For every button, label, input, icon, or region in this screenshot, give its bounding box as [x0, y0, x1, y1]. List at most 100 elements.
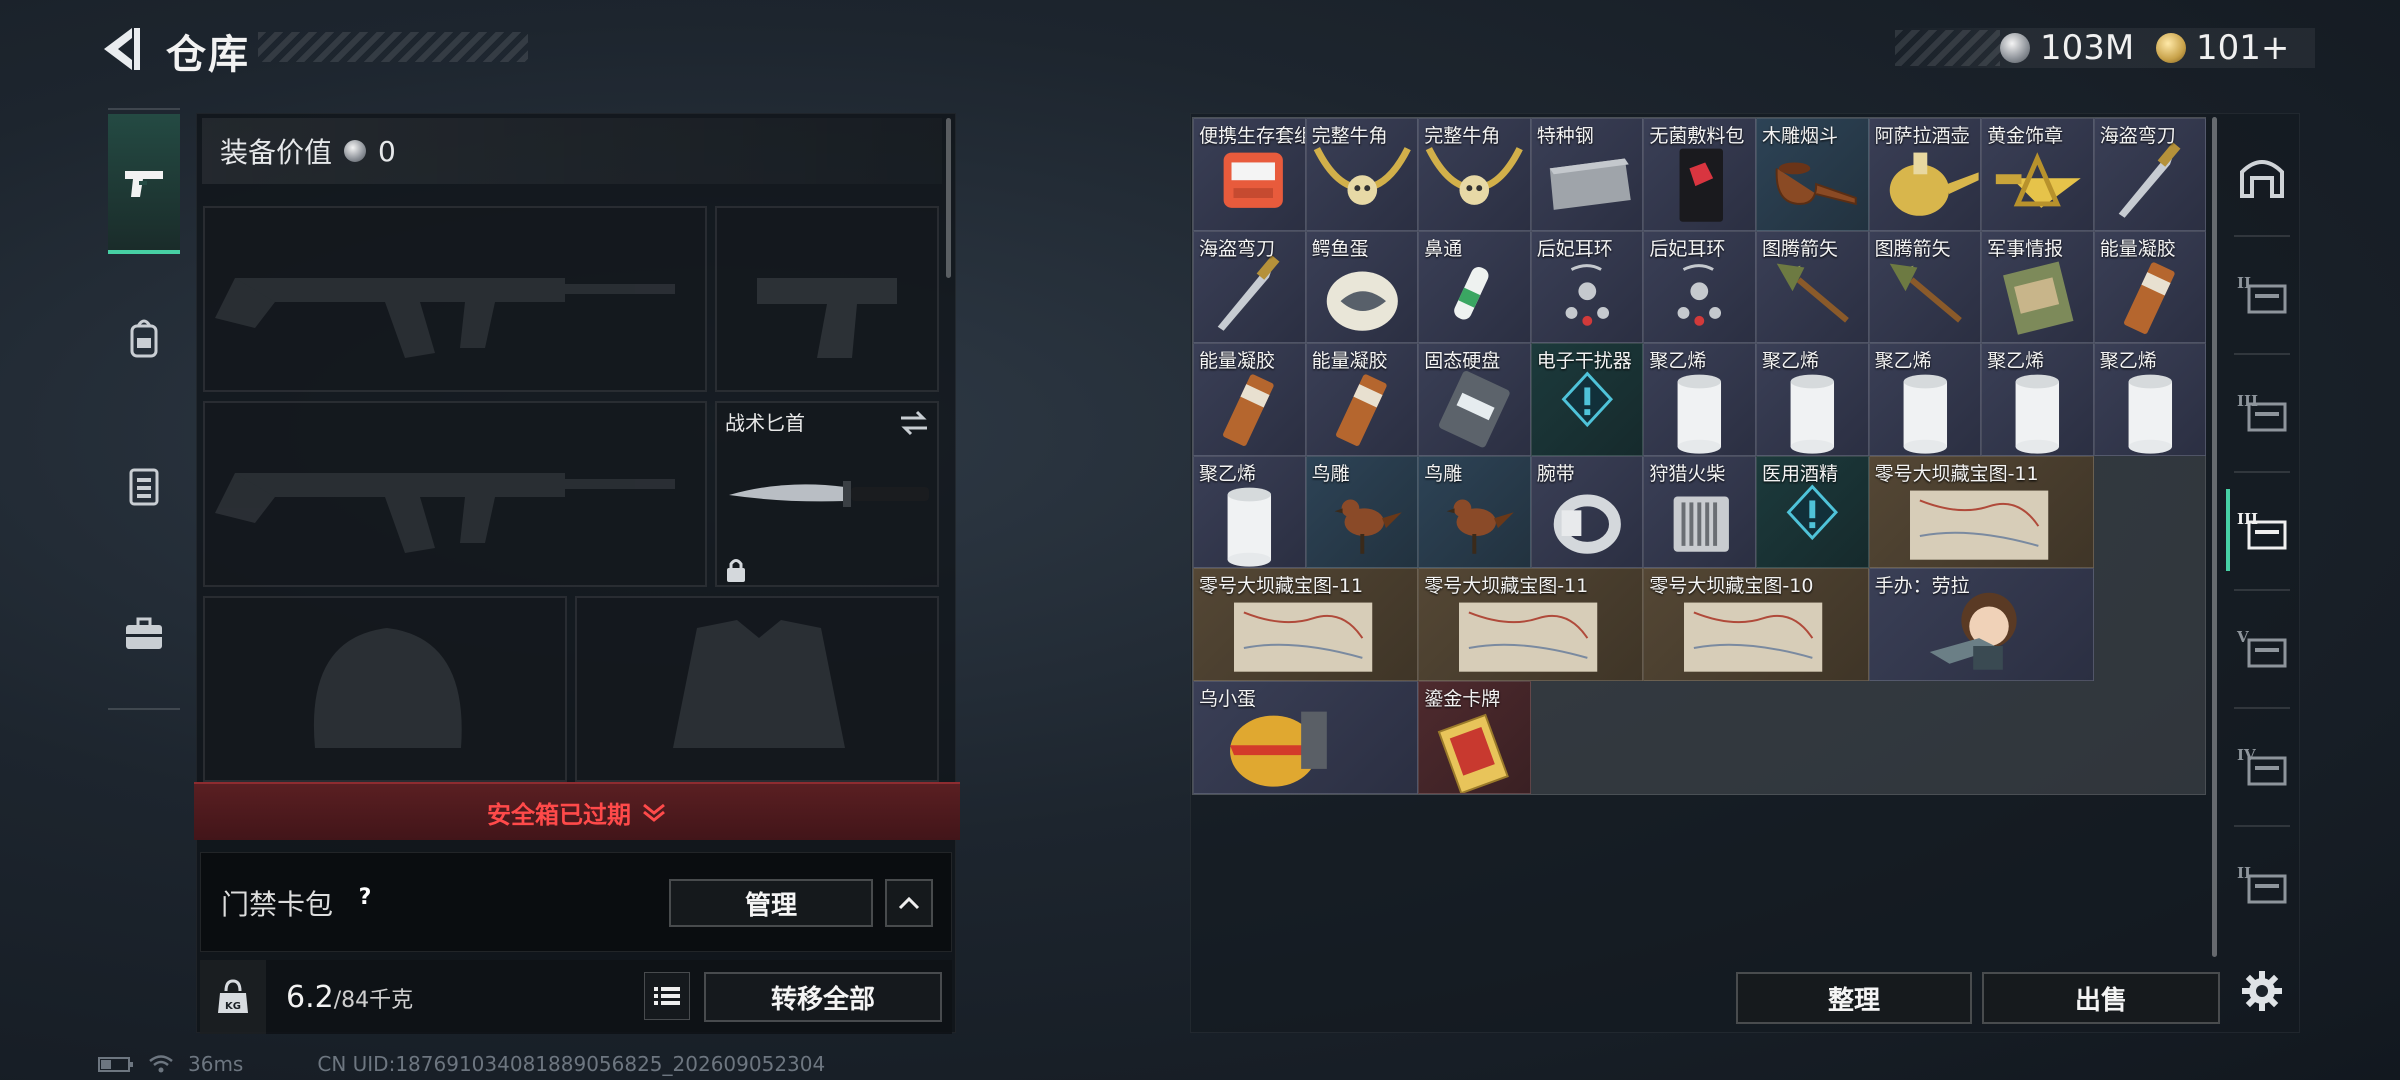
vest-icon — [129, 468, 159, 506]
stash-item[interactable]: 鎏金卡牌 — [1418, 680, 1531, 794]
stash-item[interactable]: 后妃耳环 — [1643, 230, 1756, 344]
stash-home-tab[interactable] — [2226, 117, 2298, 235]
collapse-button[interactable] — [885, 879, 933, 927]
swap-icon[interactable] — [899, 409, 929, 437]
stash-item[interactable]: 零号大坝藏宝图-11 — [1193, 568, 1419, 681]
sidearm-slot[interactable] — [715, 206, 939, 392]
stash-item[interactable]: 能量凝胶 — [2093, 230, 2207, 344]
stash-item[interactable]: 木雕烟斗 — [1755, 118, 1869, 231]
silver-currency[interactable]: 103M — [2000, 26, 2134, 70]
weight-max: /84千克 — [333, 988, 414, 1013]
crate-icon: III — [2237, 510, 2287, 550]
backpack-tab[interactable] — [108, 268, 180, 408]
stash-item-label: 军事情报 — [1987, 237, 2064, 260]
pistol-icon — [125, 171, 163, 197]
stash-grid: 便携生存套组 完整牛角 完整牛角 特种钢 无菌敷料包 木雕烟斗 阿萨拉酒壶 黄金饰章 海盗弯刀海… — [1192, 117, 2207, 795]
stash-item[interactable]: 聚乙烯 — [1193, 455, 1306, 569]
list-icon — [654, 987, 680, 1005]
lock-icon — [727, 559, 745, 582]
page-title: 仓库 — [166, 32, 250, 78]
stash-item[interactable]: 聚乙烯 — [2093, 343, 2207, 456]
stash-scrollbar[interactable] — [2212, 117, 2217, 957]
stash-item-label: 聚乙烯 — [2099, 350, 2157, 373]
stash-item[interactable]: 零号大坝藏宝图-10 — [1643, 568, 1869, 681]
stash-item[interactable]: 军事情报 — [1981, 230, 2094, 344]
stash-page-5-tab[interactable]: IV — [2226, 707, 2298, 825]
sort-button[interactable]: 整理 — [1736, 972, 1972, 1024]
chest-rig-tab[interactable] — [108, 416, 180, 556]
help-icon[interactable]: ? — [349, 881, 381, 913]
gold-currency[interactable]: 101+ — [2156, 26, 2289, 70]
stash-page-label: III — [2237, 392, 2258, 410]
briefcase-icon — [126, 617, 162, 649]
stash-item[interactable]: 特种钢 — [1530, 118, 1644, 231]
stash-item[interactable]: 黄金饰章 — [1981, 118, 2094, 231]
title-decoration — [258, 32, 528, 62]
stash-item[interactable]: 阿萨拉酒壶 — [1868, 118, 1982, 231]
stash-item[interactable]: 鸟雕 — [1418, 455, 1531, 569]
stash-item[interactable]: 无菌敷料包 — [1643, 118, 1756, 231]
card-bag-label: 门禁卡包 — [221, 888, 334, 921]
stash-item[interactable]: 聚乙烯 — [1868, 343, 1982, 456]
case-tab[interactable] — [108, 564, 180, 704]
silver-coin-icon — [2000, 33, 2030, 63]
stash-item[interactable]: 完整牛角 — [1305, 118, 1419, 231]
secure-case-status: 安全箱已过期 — [487, 800, 631, 829]
secure-case-expired-bar[interactable]: 安全箱已过期 — [194, 782, 960, 840]
stash-item[interactable]: 手办：劳拉 — [1868, 568, 2094, 681]
stash-item[interactable]: 聚乙烯 — [1981, 343, 2094, 456]
stash-item[interactable]: 海盗弯刀 — [1193, 230, 1306, 344]
primary-weapon-slot[interactable] — [203, 206, 707, 392]
stash-item[interactable]: 图腾箭矢 — [1868, 230, 1982, 344]
stash-item-label: 零号大坝藏宝图-11 — [1874, 462, 2039, 485]
sell-button[interactable]: 出售 — [1982, 972, 2220, 1024]
stash-item[interactable]: 零号大坝藏宝图-11 — [1868, 455, 2094, 569]
stash-item[interactable]: 海盗弯刀 — [2093, 118, 2207, 231]
stash-item[interactable]: 鼻通 — [1418, 230, 1531, 344]
crate-icon: II — [2237, 274, 2287, 314]
melee-label: 战术匕首 — [725, 411, 805, 435]
stash-page-label: IV — [2237, 746, 2256, 764]
melee-slot[interactable]: 战术匕首 — [715, 401, 939, 587]
stash-item[interactable]: 便携生存套组 — [1193, 118, 1306, 231]
stash-item[interactable]: 腕带 — [1530, 455, 1644, 569]
stash-page-nav: II III III V IV II — [2222, 113, 2302, 1033]
stash-item[interactable]: 电子干扰器 — [1530, 343, 1644, 456]
stash-item[interactable]: 后妃耳环 — [1530, 230, 1644, 344]
stash-item[interactable]: 鳄鱼蛋 — [1305, 230, 1419, 344]
stash-item-label: 聚乙烯 — [1874, 350, 1932, 373]
helmet-slot[interactable] — [203, 596, 567, 782]
stash-page-4-tab[interactable]: V — [2226, 589, 2298, 707]
stash-item[interactable]: 狩猎火柴 — [1643, 455, 1756, 569]
stash-item[interactable]: 聚乙烯 — [1643, 343, 1756, 456]
gold-coin-icon — [2156, 33, 2186, 63]
stash-item[interactable]: 固态硬盘 — [1418, 343, 1531, 456]
stash-item[interactable]: 能量凝胶 — [1193, 343, 1306, 456]
stash-item[interactable]: 零号大坝藏宝图-11 — [1418, 568, 1644, 681]
equipment-scrollbar[interactable] — [946, 118, 951, 278]
body-armor-slot[interactable] — [575, 596, 939, 782]
stash-item[interactable]: 能量凝胶 — [1305, 343, 1419, 456]
stash-page-1-tab[interactable]: II — [2226, 235, 2298, 353]
manage-button[interactable]: 管理 — [669, 879, 873, 927]
stash-page-label: V — [2236, 628, 2249, 646]
secondary-weapon-slot[interactable] — [203, 401, 707, 587]
stash-page-3-tab[interactable]: III — [2226, 471, 2298, 589]
settings-button[interactable] — [2226, 951, 2298, 1031]
stash-item[interactable]: 图腾箭矢 — [1755, 230, 1869, 344]
stash-item[interactable]: 鸟雕 — [1305, 455, 1419, 569]
stash-page-6-tab[interactable]: II — [2226, 825, 2298, 943]
back-button[interactable] — [96, 22, 146, 76]
stash-page-2-tab[interactable]: III — [2226, 353, 2298, 471]
stash-item-label: 固态硬盘 — [1424, 350, 1501, 373]
equipment-value: 0 — [378, 134, 396, 168]
uid-readout: CN UID:18769103408188905682​5_2026090523… — [317, 1052, 826, 1076]
transfer-all-button[interactable]: 转移全部 — [704, 972, 942, 1022]
stash-item[interactable]: 乌小蛋 — [1193, 680, 1419, 794]
weapon-tab[interactable] — [108, 114, 180, 254]
list-view-button[interactable] — [644, 972, 690, 1020]
kettlebell-icon: KG — [218, 979, 248, 1013]
stash-item[interactable]: 完整牛角 — [1418, 118, 1531, 231]
stash-item[interactable]: 聚乙烯 — [1755, 343, 1869, 456]
stash-item[interactable]: 医用酒精 — [1755, 455, 1869, 569]
